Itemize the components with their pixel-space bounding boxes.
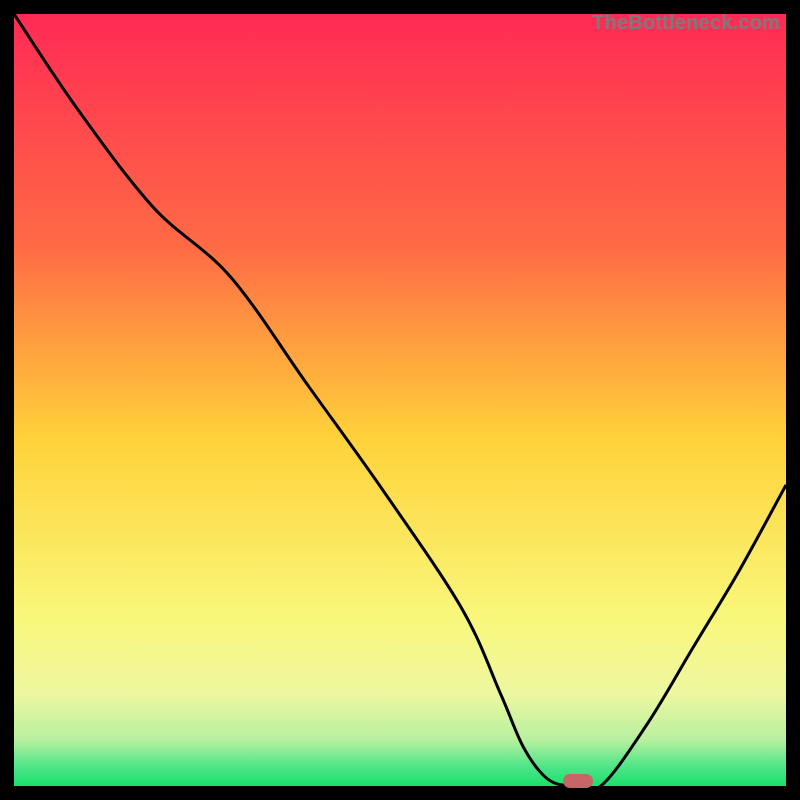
gradient-background (14, 14, 786, 786)
chart-frame: TheBottleneck.com (14, 14, 786, 786)
watermark-text: TheBottleneck.com (592, 12, 780, 35)
optimal-marker (563, 774, 593, 788)
bottleneck-chart (14, 14, 786, 786)
